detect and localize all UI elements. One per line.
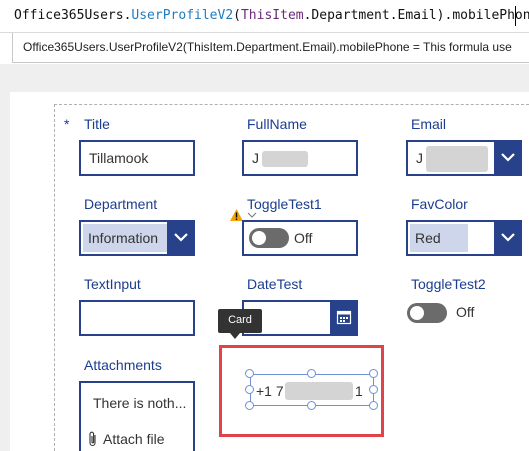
email-value: J <box>416 150 423 166</box>
calendar-button[interactable] <box>330 300 358 336</box>
redacted-text <box>262 151 308 167</box>
fullname-value: J <box>252 150 259 166</box>
chevron-down-icon <box>501 153 515 162</box>
email-dropdown-button[interactable] <box>494 140 522 176</box>
formula-function: UserProfileV2 <box>131 8 234 23</box>
resize-handle[interactable] <box>245 401 254 410</box>
department-dropdown-button[interactable] <box>167 220 195 256</box>
toggle-test2-label: ToggleTest2 <box>411 276 486 292</box>
resize-handle[interactable] <box>245 369 254 378</box>
formula-keyword: ThisItem <box>240 8 304 23</box>
title-input[interactable]: Tillamook <box>79 140 195 176</box>
resize-handle[interactable] <box>369 369 378 378</box>
resize-handle[interactable] <box>307 369 316 378</box>
title-label: Title <box>84 116 110 132</box>
favcolor-value: Red <box>415 230 441 246</box>
favcolor-dropdown[interactable]: Red <box>406 220 522 256</box>
toggle-test1-label: ToggleTest1 <box>247 196 322 212</box>
required-marker: * <box>64 116 70 132</box>
email-label: Email <box>411 116 447 132</box>
textinput-label: TextInput <box>84 276 141 292</box>
textinput-field[interactable] <box>79 300 195 336</box>
toggle-test2-state: Off <box>456 304 475 320</box>
resize-handle[interactable] <box>369 385 378 394</box>
attach-file-link[interactable]: Attach file <box>103 431 164 447</box>
formula-part: Office365Users. <box>14 8 132 23</box>
formula-bar[interactable]: Office365Users.UserProfileV2(ThisItem.De… <box>0 0 529 33</box>
title-value: Tillamook <box>89 150 149 166</box>
toggle-test1-control[interactable]: Off <box>242 220 358 256</box>
caret-down-icon <box>247 212 257 218</box>
datetest-label: DateTest <box>247 276 303 292</box>
attachments-label: Attachments <box>84 357 162 373</box>
formula-part: ( <box>233 8 241 23</box>
resize-handle[interactable] <box>245 385 254 394</box>
chevron-down-icon <box>501 233 515 242</box>
favcolor-label: FavColor <box>411 196 468 212</box>
formula-hint: Office365Users.UserProfileV2(ThisItem.De… <box>12 33 529 63</box>
resize-handle[interactable] <box>307 401 316 410</box>
tooltip-text: Card <box>228 314 252 326</box>
toggle-switch[interactable] <box>249 228 289 248</box>
attachments-empty-text: There is noth... <box>93 395 187 411</box>
resize-handle[interactable] <box>369 401 378 410</box>
card-tooltip: Card <box>218 309 262 333</box>
redacted-text <box>285 382 353 400</box>
favcolor-dropdown-button[interactable] <box>494 220 522 256</box>
department-label: Department <box>84 196 158 212</box>
phone-prefix: +1 7 <box>256 383 284 399</box>
redacted-text <box>426 146 488 172</box>
phone-suffix: 1 <box>355 383 363 399</box>
department-dropdown[interactable]: Information <box>79 220 195 256</box>
formula-hint-text: Office365Users.UserProfileV2(ThisItem.De… <box>23 40 512 54</box>
fullname-input[interactable]: J <box>242 140 358 176</box>
toggle-test1-state: Off <box>294 230 313 246</box>
chevron-down-icon <box>174 233 188 242</box>
calendar-icon <box>336 310 352 325</box>
paperclip-icon <box>89 431 96 447</box>
tooltip-arrow <box>230 333 240 339</box>
formula-text[interactable]: Office365Users.UserProfileV2(ThisItem.De… <box>14 8 529 23</box>
toggle-test2-switch[interactable] <box>407 303 447 323</box>
department-value: Information <box>88 230 159 246</box>
email-dropdown[interactable]: J <box>406 140 522 176</box>
toggle-knob <box>410 306 424 320</box>
attachments-control[interactable]: There is noth... Attach file <box>79 381 195 451</box>
text-cursor <box>515 6 516 26</box>
formula-part: .Department.Email).mobilePhone <box>303 8 529 23</box>
fullname-label: FullName <box>247 116 307 132</box>
toggle-knob <box>252 231 266 245</box>
